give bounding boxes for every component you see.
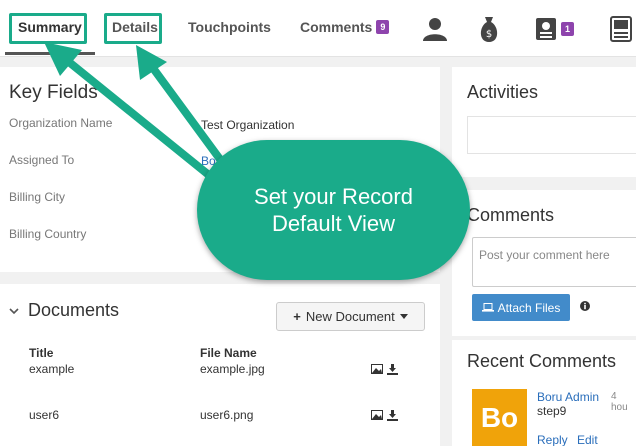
image-icon[interactable] — [371, 410, 383, 420]
comment-text: step9 — [537, 404, 567, 418]
opportunity-tab[interactable]: $ — [478, 15, 500, 43]
avatar: Bo — [472, 389, 527, 446]
id-count-badge: 1 — [561, 22, 575, 36]
tab-touchpoints[interactable]: Touchpoints — [188, 19, 271, 35]
activities-list — [467, 116, 636, 154]
comments-title: Comments — [467, 205, 555, 225]
caret-down-icon — [399, 314, 408, 319]
record-tab-bar: Summary Details Touchpoints Comments 9 $ … — [0, 0, 636, 57]
attach-files-button[interactable]: Attach Files — [472, 294, 570, 321]
laptop-icon — [481, 303, 494, 312]
doc-title-cell[interactable]: example — [29, 362, 74, 376]
field-label-assigned-to: Assigned To — [9, 153, 75, 167]
documents-title: Documents — [28, 300, 120, 320]
plus-icon: + — [293, 309, 301, 324]
contact-tab[interactable] — [422, 15, 448, 43]
field-label-billing-city: Billing City — [9, 190, 66, 204]
tab-comments-label: Comments — [300, 19, 373, 35]
comment-timestamp: 4 hou — [611, 391, 628, 413]
field-label-organization-name: Organization Name — [9, 116, 113, 130]
callout-line-2: Default View — [271, 211, 396, 236]
download-icon[interactable] — [387, 410, 398, 421]
attach-files-label: Attach Files — [497, 300, 561, 315]
activities-title: Activities — [467, 82, 539, 102]
doc-row-actions — [371, 364, 398, 375]
money-bag-icon: $ — [480, 17, 498, 42]
callout-line-1: Set your Record — [254, 184, 413, 209]
field-label-billing-country: Billing Country — [9, 227, 87, 241]
comment-author-link[interactable]: Boru Admin — [537, 390, 599, 404]
details-highlight — [104, 13, 162, 44]
id-card-tab[interactable]: 1 — [535, 15, 575, 43]
recent-comments-title: Recent Comments — [467, 351, 617, 371]
download-icon[interactable] — [387, 364, 398, 375]
field-value-organization-name: Test Organization — [201, 118, 295, 132]
sales-order-icon — [610, 16, 632, 42]
doc-row-actions — [371, 410, 398, 421]
sales-order-tab[interactable] — [610, 15, 632, 43]
callout-bubble: Set your Record Default View — [197, 140, 470, 280]
key-fields-title: Key Fields — [9, 82, 98, 103]
person-icon — [423, 18, 447, 41]
summary-highlight — [9, 13, 87, 44]
id-card-icon — [536, 18, 556, 40]
new-document-label: New Document — [305, 309, 395, 324]
col-header-title: Title — [29, 346, 54, 360]
info-icon[interactable] — [580, 301, 590, 311]
comments-count-badge: 9 — [376, 20, 390, 34]
tab-comments[interactable]: Comments 9 — [300, 19, 390, 35]
chevron-down-icon[interactable] — [9, 307, 19, 315]
image-icon[interactable] — [371, 364, 383, 374]
comment-input[interactable]: Post your comment here — [472, 237, 636, 287]
new-document-button[interactable]: + New Document — [276, 302, 425, 331]
active-tab-indicator — [5, 52, 95, 55]
col-header-filename: File Name — [200, 346, 257, 360]
svg-text:$: $ — [486, 29, 492, 40]
doc-filename-cell[interactable]: user6.png — [200, 408, 253, 422]
doc-filename-cell[interactable]: example.jpg — [200, 362, 265, 376]
doc-title-cell[interactable]: user6 — [29, 408, 59, 422]
reply-link[interactable]: Reply — [537, 433, 568, 446]
edit-link[interactable]: Edit — [577, 433, 598, 446]
